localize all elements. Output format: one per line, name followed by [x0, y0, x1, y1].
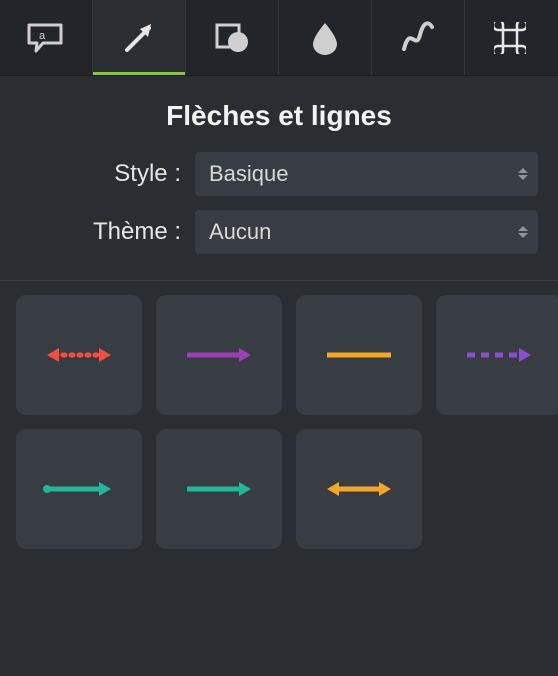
- arrow-teal-dot-start[interactable]: [16, 429, 142, 549]
- arrow-purple-right[interactable]: [156, 295, 282, 415]
- style-select[interactable]: Basique: [195, 152, 538, 196]
- section-title: Flèches et lignes: [0, 76, 558, 152]
- line-orange[interactable]: [296, 295, 422, 415]
- arrow-preview-icon: [39, 479, 119, 499]
- arrow-tab[interactable]: [93, 0, 186, 75]
- svg-text:a: a: [39, 30, 46, 42]
- draw-tab[interactable]: [372, 0, 465, 75]
- arrow-purple-dashed[interactable]: [436, 295, 558, 415]
- blur-tab[interactable]: [279, 0, 372, 75]
- theme-row: Thème : Aucun: [0, 210, 538, 254]
- shortcuts-tab[interactable]: [465, 0, 555, 75]
- shape-icon: [214, 22, 250, 54]
- arrow-red-double-dotted[interactable]: [16, 295, 142, 415]
- arrow-preview-icon: [179, 345, 259, 365]
- arrow-preview-icon: [459, 345, 539, 365]
- style-label: Style :: [0, 160, 195, 188]
- arrow-preview-icon: [179, 479, 259, 499]
- theme-select-value: Aucun: [209, 219, 271, 245]
- theme-label: Thème :: [0, 218, 195, 246]
- arrow-preview-icon: [319, 479, 399, 499]
- style-select-value: Basique: [209, 161, 289, 187]
- tool-toolbar: a: [0, 0, 558, 76]
- swatch-grid: [0, 281, 558, 563]
- arrow-icon: [120, 19, 158, 57]
- stepper-icon: [518, 226, 528, 238]
- arrow-teal-right[interactable]: [156, 429, 282, 549]
- drop-icon: [312, 21, 338, 55]
- squiggle-icon: [400, 21, 436, 55]
- controls-area: Style : Basique Thème : Aucun: [0, 152, 558, 281]
- arrow-orange-double[interactable]: [296, 429, 422, 549]
- callout-tab[interactable]: a: [0, 0, 93, 75]
- command-icon: [494, 22, 526, 54]
- theme-select[interactable]: Aucun: [195, 210, 538, 254]
- arrow-preview-icon: [319, 345, 399, 365]
- stepper-icon: [518, 168, 528, 180]
- style-row: Style : Basique: [0, 152, 538, 196]
- shape-tab[interactable]: [186, 0, 279, 75]
- speech-bubble-icon: a: [27, 23, 65, 53]
- arrow-preview-icon: [39, 345, 119, 365]
